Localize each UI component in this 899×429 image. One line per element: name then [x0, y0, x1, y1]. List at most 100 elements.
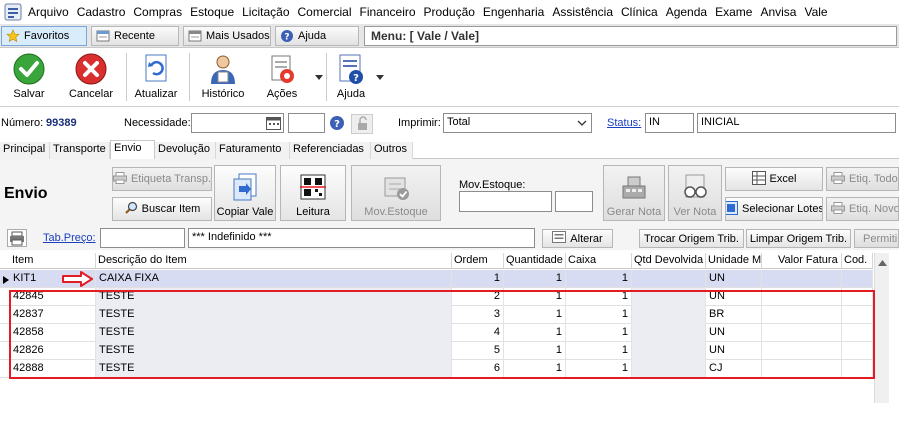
- selecionar-lotes-button[interactable]: Selecionar Lotes: [725, 197, 823, 221]
- mov-estoque-button[interactable]: Mov.Estoque: [351, 165, 441, 221]
- cell-unidade[interactable]: CJ: [706, 360, 762, 378]
- cell-quantidade[interactable]: 1: [504, 342, 566, 360]
- cell-descricao[interactable]: TESTE: [96, 288, 452, 306]
- menu-producao[interactable]: Produção: [422, 5, 481, 19]
- cell-caixa[interactable]: 1: [566, 360, 632, 378]
- tab-preco-code-input[interactable]: [100, 228, 185, 248]
- menu-cadastro[interactable]: Cadastro: [75, 5, 132, 19]
- buscar-item-button[interactable]: Buscar Item: [112, 197, 212, 221]
- menu-estoque[interactable]: Estoque: [188, 5, 240, 19]
- cell-cod[interactable]: [842, 306, 873, 324]
- menu-compras[interactable]: Compras: [131, 5, 188, 19]
- menu-clinica[interactable]: Clínica: [619, 5, 664, 19]
- mov-estoque-input-2[interactable]: [555, 191, 593, 212]
- cell-cod[interactable]: [842, 342, 873, 360]
- menu-assistencia[interactable]: Assistência: [550, 5, 619, 19]
- col-caixa[interactable]: Caixa: [566, 253, 632, 269]
- menu-anvisa[interactable]: Anvisa: [758, 5, 802, 19]
- cell-item[interactable]: 42858: [10, 324, 96, 342]
- menu-vale[interactable]: Vale: [802, 5, 833, 19]
- cell-cod[interactable]: [842, 324, 873, 342]
- cell-ordem[interactable]: 6: [452, 360, 504, 378]
- tab-referenciadas[interactable]: Referenciadas: [290, 142, 371, 159]
- cell-ordem[interactable]: 2: [452, 288, 504, 306]
- salvar-button[interactable]: Salvar: [10, 52, 48, 100]
- cell-ordem[interactable]: 1: [452, 270, 504, 288]
- leitura-button[interactable]: Leitura: [280, 165, 346, 221]
- limpar-origem-button[interactable]: Limpar Origem Trib.: [746, 229, 851, 248]
- calendar-icon[interactable]: [266, 116, 281, 133]
- table-row[interactable]: 42837 TESTE 3 1 1 BR: [0, 306, 873, 324]
- etiq-novo-button[interactable]: Etiq. Novo: [826, 197, 899, 221]
- cancelar-button[interactable]: Cancelar: [66, 52, 116, 100]
- cell-quantidade[interactable]: 1: [504, 306, 566, 324]
- col-unidade[interactable]: Unidade M: [706, 253, 762, 269]
- tab-envio[interactable]: Envio: [110, 140, 155, 160]
- cell-unidade[interactable]: BR: [706, 306, 762, 324]
- necessidade-time-input[interactable]: [288, 113, 325, 133]
- cell-qtd-devolvida[interactable]: [632, 306, 706, 324]
- menu-comercial[interactable]: Comercial: [296, 5, 358, 19]
- cell-descricao[interactable]: TESTE: [96, 342, 452, 360]
- cell-item[interactable]: 42845: [10, 288, 96, 306]
- col-descricao[interactable]: Descrição do Item: [96, 253, 452, 269]
- imprimir-select[interactable]: Total: [443, 113, 592, 133]
- cell-unidade[interactable]: UN: [706, 342, 762, 360]
- grid-vertical-scrollbar[interactable]: [874, 253, 889, 403]
- cell-cod[interactable]: [842, 270, 873, 288]
- cell-cod[interactable]: [842, 288, 873, 306]
- menu-engenharia[interactable]: Engenharia: [481, 5, 550, 19]
- historico-button[interactable]: Histórico: [198, 52, 248, 100]
- table-row[interactable]: 42826 TESTE 5 1 1 UN: [0, 342, 873, 360]
- col-quantidade[interactable]: Quantidade: [504, 253, 566, 269]
- cell-quantidade[interactable]: 1: [504, 270, 566, 288]
- copiar-vale-button[interactable]: Copiar Vale: [214, 165, 276, 221]
- mov-estoque-input[interactable]: [459, 191, 552, 212]
- lock-icon[interactable]: [351, 114, 373, 134]
- cell-item[interactable]: 42826: [10, 342, 96, 360]
- ajuda-fav-button[interactable]: ? Ajuda: [275, 26, 359, 46]
- cell-caixa[interactable]: 1: [566, 342, 632, 360]
- etiq-todos-button[interactable]: Etiq. Todos: [826, 167, 899, 191]
- cell-qtd-devolvida[interactable]: [632, 360, 706, 378]
- cell-quantidade[interactable]: 1: [504, 324, 566, 342]
- cell-valor-fatura[interactable]: [762, 288, 842, 306]
- col-item[interactable]: Item: [0, 253, 96, 269]
- cell-qtd-devolvida[interactable]: [632, 324, 706, 342]
- favoritos-button[interactable]: Favoritos: [1, 26, 87, 46]
- col-ordem[interactable]: Ordem: [452, 253, 504, 269]
- status-link[interactable]: Status:: [607, 117, 641, 129]
- cell-qtd-devolvida[interactable]: [632, 288, 706, 306]
- menu-arquivo[interactable]: Arquivo: [26, 5, 75, 19]
- cell-quantidade[interactable]: 1: [504, 360, 566, 378]
- excel-button[interactable]: Excel: [725, 167, 823, 191]
- ajuda-dropdown-arrow-icon[interactable]: [376, 75, 384, 80]
- menu-exame[interactable]: Exame: [713, 5, 758, 19]
- cell-descricao[interactable]: CAIXA FIXA: [96, 270, 452, 288]
- cell-cod[interactable]: [842, 360, 873, 378]
- cell-valor-fatura[interactable]: [762, 324, 842, 342]
- cell-descricao[interactable]: TESTE: [96, 324, 452, 342]
- table-row[interactable]: 42845 TESTE 2 1 1 UN: [0, 288, 873, 306]
- col-cod[interactable]: Cod.: [842, 253, 873, 269]
- tab-devolucao[interactable]: Devolução: [155, 142, 216, 159]
- menu-licitacao[interactable]: Licitação: [240, 5, 295, 19]
- cell-valor-fatura[interactable]: [762, 342, 842, 360]
- tab-transporte[interactable]: Transporte: [50, 142, 110, 159]
- cell-ordem[interactable]: 4: [452, 324, 504, 342]
- ajuda-toolbar-button[interactable]: ? Ajuda: [331, 52, 371, 100]
- tab-faturamento[interactable]: Faturamento: [216, 142, 290, 159]
- cell-unidade[interactable]: UN: [706, 270, 762, 288]
- table-row[interactable]: 42888 TESTE 6 1 1 CJ: [0, 360, 873, 378]
- permitir-button[interactable]: Permitir: [854, 229, 899, 248]
- ver-nota-button[interactable]: Ver Nota: [668, 165, 722, 221]
- cell-item[interactable]: 42888: [10, 360, 96, 378]
- status-code-input[interactable]: IN: [645, 113, 694, 133]
- col-qtd-devolvida[interactable]: Qtd Devolvida: [632, 253, 706, 269]
- cell-qtd-devolvida[interactable]: [632, 270, 706, 288]
- help-round-icon[interactable]: ?: [329, 115, 345, 134]
- mais-usados-button[interactable]: Mais Usados: [183, 26, 271, 46]
- cell-qtd-devolvida[interactable]: [632, 342, 706, 360]
- app-icon[interactable]: [4, 3, 22, 21]
- cell-caixa[interactable]: 1: [566, 288, 632, 306]
